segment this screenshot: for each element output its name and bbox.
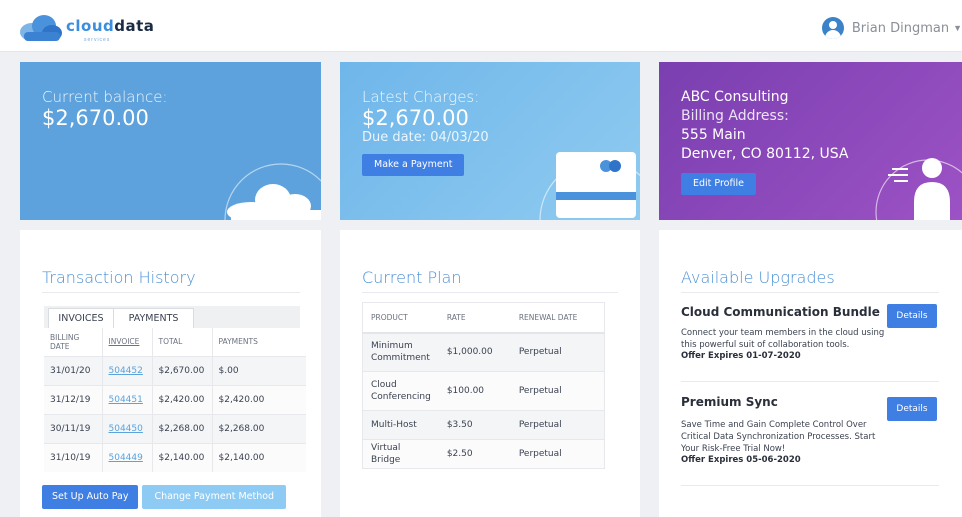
balance-label: Current balance: [42,88,168,106]
column-header-rate: RATE [438,302,511,334]
table-row: 31/10/19 504449 $2,140.00 $2,140.00 [44,442,306,472]
edit-profile-button[interactable]: Edit Profile [681,173,756,195]
product-name: Cloud Conferencing [362,371,439,411]
cloud-logo-icon [20,15,62,41]
charges-amount: $2,670.00 [362,106,469,130]
details-button[interactable]: Details [887,397,937,421]
details-button[interactable]: Details [887,304,937,328]
product-rate: $2.50 [438,439,511,469]
profile-card: ABC Consulting Billing Address: 555 Main… [659,62,962,220]
product-rate: $3.50 [438,410,511,440]
invoice-link[interactable]: 504451 [109,395,143,405]
credit-card-icon [539,152,640,220]
column-header-billing-date: BILLING DATE [44,328,103,356]
address-city: Denver, CO 80112, USA [681,146,849,162]
make-payment-button[interactable]: Make a Payment [362,154,465,176]
payment-actions: Set Up Auto Pay Change Payment Method [42,485,287,509]
invoice-payments: $.00 [212,355,306,385]
billing-date: 31/10/19 [44,442,103,472]
clouddata-logo[interactable]: clouddata services [18,12,158,44]
upgrade-expiry: Offer Expires 01-07-2020 [681,351,801,361]
cloud-illustration-icon [224,163,321,220]
user-profile-icon [875,158,962,220]
invoice-payments: $2,140.00 [212,442,306,472]
company-name: ABC Consulting [681,89,789,105]
top-bar: clouddata services Brian Dingman ▼ [0,0,962,52]
product-rate: $1,000.00 [438,332,511,372]
divider [681,292,939,293]
divider [681,381,939,382]
column-header-renewal-date: RENEWAL DATE [510,302,605,334]
column-header-total: TOTAL [152,328,213,356]
billing-date: 31/01/20 [44,355,103,385]
billing-address-label: Billing Address: [681,108,789,124]
tab-payments[interactable]: PAYMENTS [114,308,194,328]
product-name: Minimum Commitment [362,332,439,372]
divider [42,292,300,293]
avatar [821,17,844,39]
column-header-payments: PAYMENTS [218,337,258,347]
invoice-total: $2,420.00 [152,384,213,414]
upgrade-description: Connect your team members in the cloud u… [681,328,885,350]
invoice-total: $2,140.00 [152,442,213,472]
table-row: 30/11/19 504450 $2,268.00 $2,268.00 [44,413,306,443]
table-row: Multi-Host $3.50 Perpetual [362,410,605,440]
transaction-history-panel: Transaction History INVOICES PAYMENTS BI… [20,230,321,517]
due-date: Due date: 04/03/20 [362,130,489,145]
tab-invoices[interactable]: INVOICES [48,308,114,328]
current-plan-title: Current Plan [362,268,462,287]
upgrade-expiry: Offer Expires 05-06-2020 [681,455,801,465]
column-header-invoice[interactable]: INVOICE [102,328,153,356]
renewal-date: Perpetual [510,371,605,411]
billing-dashboard: clouddata services Brian Dingman ▼ Curre… [0,0,962,517]
table-row: Cloud Conferencing $100.00 Perpetual [362,371,605,411]
invoice-total: $2,268.00 [152,413,213,443]
charges-label: Latest Charges: [362,88,480,106]
available-upgrades-title: Available Upgrades [681,268,835,287]
available-upgrades-panel: Available Upgrades Cloud Communication B… [659,230,962,517]
renewal-date: Perpetual [510,410,605,440]
table-row: Virtual Bridge $2.50 Perpetual [362,439,605,469]
renewal-date: Perpetual [510,439,605,469]
table-header-row: BILLING DATE INVOICE TOTAL PAYMENTS [44,328,306,356]
upgrade-description: Save Time and Gain Complete Control Over… [681,420,876,454]
table-row: Minimum Commitment $1,000.00 Perpetual [362,332,605,372]
product-name: Virtual Bridge [362,439,439,469]
balance-card: Current balance: $2,670.00 [20,62,321,220]
divider [362,292,618,293]
product-name: Multi-Host [362,410,439,440]
table-row: 31/12/19 504451 $2,420.00 $2,420.00 [44,384,306,414]
column-header-product: PRODUCT [362,302,439,334]
table-header-row: PRODUCT RATE RENEWAL DATE [362,302,605,334]
invoices-table: BILLING DATE INVOICE TOTAL PAYMENTS 31/0… [44,328,306,472]
product-rate: $100.00 [438,371,511,411]
billing-date: 31/12/19 [44,384,103,414]
balance-amount: $2,670.00 [42,106,149,130]
logo-wordmark: clouddata [66,17,155,35]
set-up-auto-pay-button[interactable]: Set Up Auto Pay [42,485,139,509]
change-payment-method-button[interactable]: Change Payment Method [142,485,287,509]
invoice-link[interactable]: 504450 [109,424,143,434]
logo-subtitle: services [84,37,111,43]
tab-strip: INVOICES PAYMENTS [44,306,300,328]
charges-card: Latest Charges: $2,670.00 Due date: 04/0… [340,62,640,220]
chevron-down-icon: ▼ [953,23,962,33]
user-name: Brian Dingman [851,20,950,36]
divider [681,485,939,486]
plan-table: PRODUCT RATE RENEWAL DATE Minimum Commit… [362,302,605,469]
invoice-link[interactable]: 504452 [109,366,143,376]
table-row: 31/01/20 504452 $2,670.00 $.00 [44,355,306,385]
invoice-link[interactable]: 504449 [109,453,143,463]
address-street: 555 Main [681,127,746,143]
current-plan-panel: Current Plan PRODUCT RATE RENEWAL DATE M… [340,230,640,517]
invoice-total: $2,670.00 [152,355,213,385]
renewal-date: Perpetual [510,332,605,372]
invoice-payments: $2,268.00 [212,413,306,443]
billing-date: 30/11/19 [44,413,103,443]
user-menu[interactable]: Brian Dingman ▼ [821,16,962,40]
invoice-payments: $2,420.00 [212,384,306,414]
transaction-history-title: Transaction History [42,268,196,287]
